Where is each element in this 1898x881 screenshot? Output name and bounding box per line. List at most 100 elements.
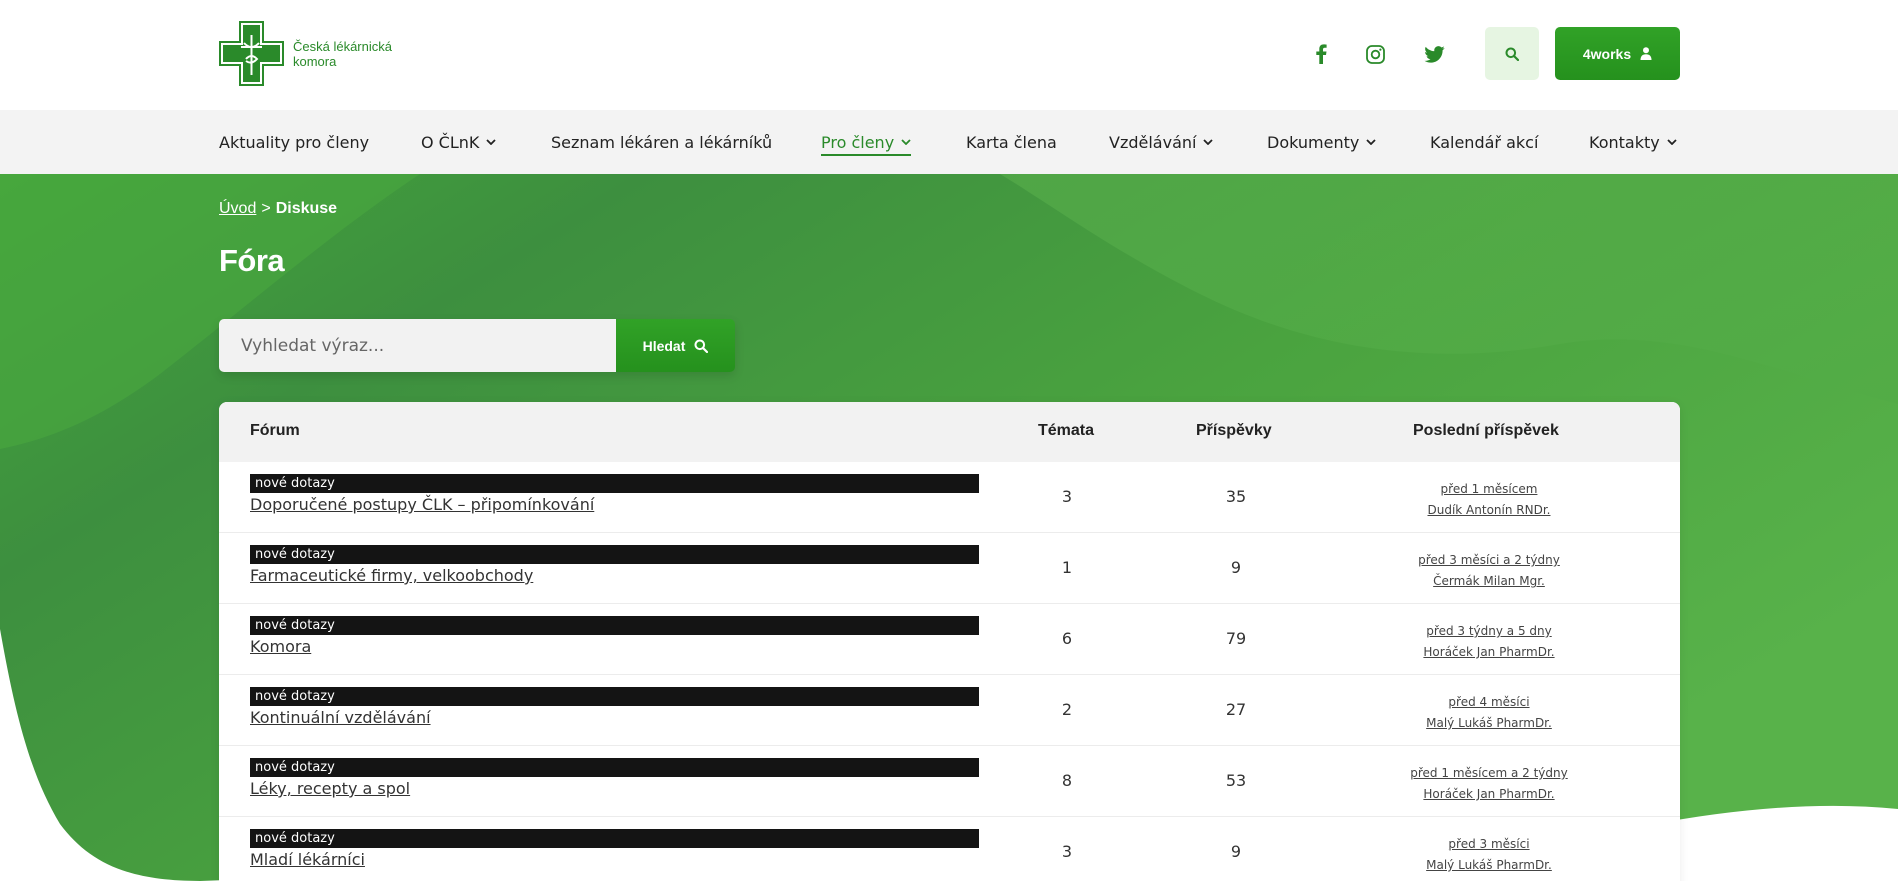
nav-item-kalendar[interactable]: Kalendář akcí <box>1430 110 1538 174</box>
nav-item-label: Pro členy <box>821 132 895 152</box>
table-row: nové dotazy Mladí lékárníci 3 9 před 3 m… <box>219 817 1680 881</box>
active-underline <box>821 154 912 156</box>
search-submit-button[interactable]: Hledat <box>616 319 735 372</box>
nav-item-seznam-lekaren[interactable]: Seznam lékáren a lékárníků <box>551 110 772 174</box>
breadcrumb: Úvod > Diskuse <box>219 200 337 218</box>
forum-link[interactable]: Kontinuální vzdělávání <box>250 708 431 727</box>
nav-item-label: Kontakty <box>1589 132 1660 152</box>
topics-count: 3 <box>1061 842 1073 861</box>
table-row: nové dotazy Doporučené postupy ČLK – při… <box>219 462 1680 533</box>
new-questions-badge: nové dotazy <box>250 758 979 777</box>
nav-item-label: O ČLnK <box>421 132 480 152</box>
logo-text: Česká lékárnická komora <box>293 39 392 69</box>
search-input[interactable] <box>219 319 616 372</box>
nav-item-o-clnk[interactable]: O ČLnK <box>421 110 497 174</box>
nav-item-karta-clena[interactable]: Karta člena <box>966 110 1057 174</box>
user-icon <box>1640 47 1652 60</box>
logo-line-1: Česká lékárnická <box>293 38 392 54</box>
nav-item-kontakty[interactable]: Kontakty <box>1589 110 1677 174</box>
pharmacy-cross-icon <box>219 21 284 86</box>
topics-count: 3 <box>1061 487 1073 506</box>
column-header-forum: Fórum <box>250 422 300 439</box>
account-button[interactable]: 4works <box>1555 27 1680 80</box>
header-search-button[interactable] <box>1485 27 1539 80</box>
posts-count: 79 <box>1225 629 1247 648</box>
column-header-last-post: Poslední příspěvek <box>1413 422 1559 439</box>
nav-item-vzdelavani[interactable]: Vzdělávání <box>1109 110 1214 174</box>
new-questions-badge: nové dotazy <box>250 829 979 848</box>
last-post-author-link[interactable]: Malý Lukáš PharmDr. <box>1349 855 1629 876</box>
topics-count: 1 <box>1061 558 1073 577</box>
last-post-time-link[interactable]: před 1 měsícem a 2 týdny <box>1349 763 1629 784</box>
new-questions-badge: nové dotazy <box>250 474 979 493</box>
last-post-time-link[interactable]: před 3 týdny a 5 dny <box>1349 621 1629 642</box>
column-header-topics: Témata <box>1038 422 1095 439</box>
twitter-icon[interactable] <box>1421 41 1447 67</box>
nav-item-aktuality[interactable]: Aktuality pro členy <box>219 110 369 174</box>
forum-table: Fórum Témata Příspěvky Poslední příspěve… <box>219 402 1680 881</box>
instagram-icon[interactable] <box>1362 41 1388 67</box>
last-post: před 3 týdny a 5 dny Horáček Jan PharmDr… <box>1349 621 1629 663</box>
forum-search: Hledat <box>219 319 735 372</box>
last-post-time-link[interactable]: před 1 měsícem <box>1349 479 1629 500</box>
last-post: před 3 měsíci Malý Lukáš PharmDr. <box>1349 834 1629 876</box>
forum-link[interactable]: Komora <box>250 637 311 656</box>
nav-item-label: Seznam lékáren a lékárníků <box>551 132 773 152</box>
breadcrumb-separator: > <box>261 200 271 217</box>
chevron-down-icon <box>1366 139 1376 145</box>
search-icon <box>694 339 709 353</box>
new-questions-badge: nové dotazy <box>250 687 979 706</box>
chevron-down-icon <box>901 139 911 145</box>
search-submit-label: Hledat <box>642 337 686 354</box>
chevron-down-icon <box>1667 139 1677 145</box>
posts-count: 53 <box>1225 771 1247 790</box>
last-post: před 3 měsíci a 2 týdny Čermák Milan Mgr… <box>1349 550 1629 592</box>
facebook-icon[interactable] <box>1308 41 1334 67</box>
logo-line-2: komora <box>293 53 337 69</box>
nav-item-label: Karta člena <box>966 132 1057 152</box>
last-post-author-link[interactable]: Horáček Jan PharmDr. <box>1349 642 1629 663</box>
topics-count: 6 <box>1061 629 1073 648</box>
nav-item-label: Dokumenty <box>1267 132 1360 152</box>
account-button-label: 4works <box>1582 45 1632 62</box>
last-post: před 1 měsícem a 2 týdny Horáček Jan Pha… <box>1349 763 1629 805</box>
nav-item-label: Aktuality pro členy <box>219 132 370 152</box>
table-row: nové dotazy Kontinuální vzdělávání 2 27 … <box>219 675 1680 746</box>
topics-count: 8 <box>1061 771 1073 790</box>
breadcrumb-home-link[interactable]: Úvod <box>219 200 256 217</box>
last-post: před 1 měsícem Dudík Antonín RNDr. <box>1349 479 1629 521</box>
forum-link[interactable]: Farmaceutické firmy, velkoobchody <box>250 566 533 585</box>
topics-count: 2 <box>1061 700 1073 719</box>
last-post-author-link[interactable]: Dudík Antonín RNDr. <box>1349 500 1629 521</box>
last-post-author-link[interactable]: Čermák Milan Mgr. <box>1349 571 1629 592</box>
site-logo[interactable]: Česká lékárnická komora <box>219 21 392 86</box>
nav-item-label: Vzdělávání <box>1109 132 1197 152</box>
new-questions-badge: nové dotazy <box>250 616 979 635</box>
last-post-time-link[interactable]: před 4 měsíci <box>1349 692 1629 713</box>
forum-link[interactable]: Mladí lékárníci <box>250 850 365 869</box>
posts-count: 9 <box>1230 558 1242 577</box>
posts-count: 35 <box>1225 487 1247 506</box>
breadcrumb-current: Diskuse <box>275 200 338 217</box>
site-header: Česká lékárnická komora 4works <box>0 0 1898 110</box>
forum-link[interactable]: Doporučené postupy ČLK – připomínkování <box>250 495 594 514</box>
page-title: Fóra <box>219 243 285 278</box>
nav-item-dokumenty[interactable]: Dokumenty <box>1267 110 1376 174</box>
table-row: nové dotazy Komora 6 79 před 3 týdny a 5… <box>219 604 1680 675</box>
last-post-time-link[interactable]: před 3 měsíci a 2 týdny <box>1349 550 1629 571</box>
column-header-posts: Příspěvky <box>1196 422 1272 439</box>
last-post: před 4 měsíci Malý Lukáš PharmDr. <box>1349 692 1629 734</box>
search-icon <box>1505 47 1519 61</box>
table-row: nové dotazy Farmaceutické firmy, velkoob… <box>219 533 1680 604</box>
chevron-down-icon <box>1203 139 1214 145</box>
last-post-author-link[interactable]: Malý Lukáš PharmDr. <box>1349 713 1629 734</box>
last-post-author-link[interactable]: Horáček Jan PharmDr. <box>1349 784 1629 805</box>
posts-count: 27 <box>1225 700 1247 719</box>
table-header: Fórum Témata Příspěvky Poslední příspěve… <box>219 402 1680 462</box>
forum-link[interactable]: Léky, recepty a spol <box>250 779 410 798</box>
chevron-down-icon <box>486 139 497 145</box>
nav-item-label: Kalendář akcí <box>1430 132 1539 152</box>
last-post-time-link[interactable]: před 3 měsíci <box>1349 834 1629 855</box>
table-row: nové dotazy Léky, recepty a spol 8 53 př… <box>219 746 1680 817</box>
nav-item-pro-cleny[interactable]: Pro členy <box>821 110 912 174</box>
